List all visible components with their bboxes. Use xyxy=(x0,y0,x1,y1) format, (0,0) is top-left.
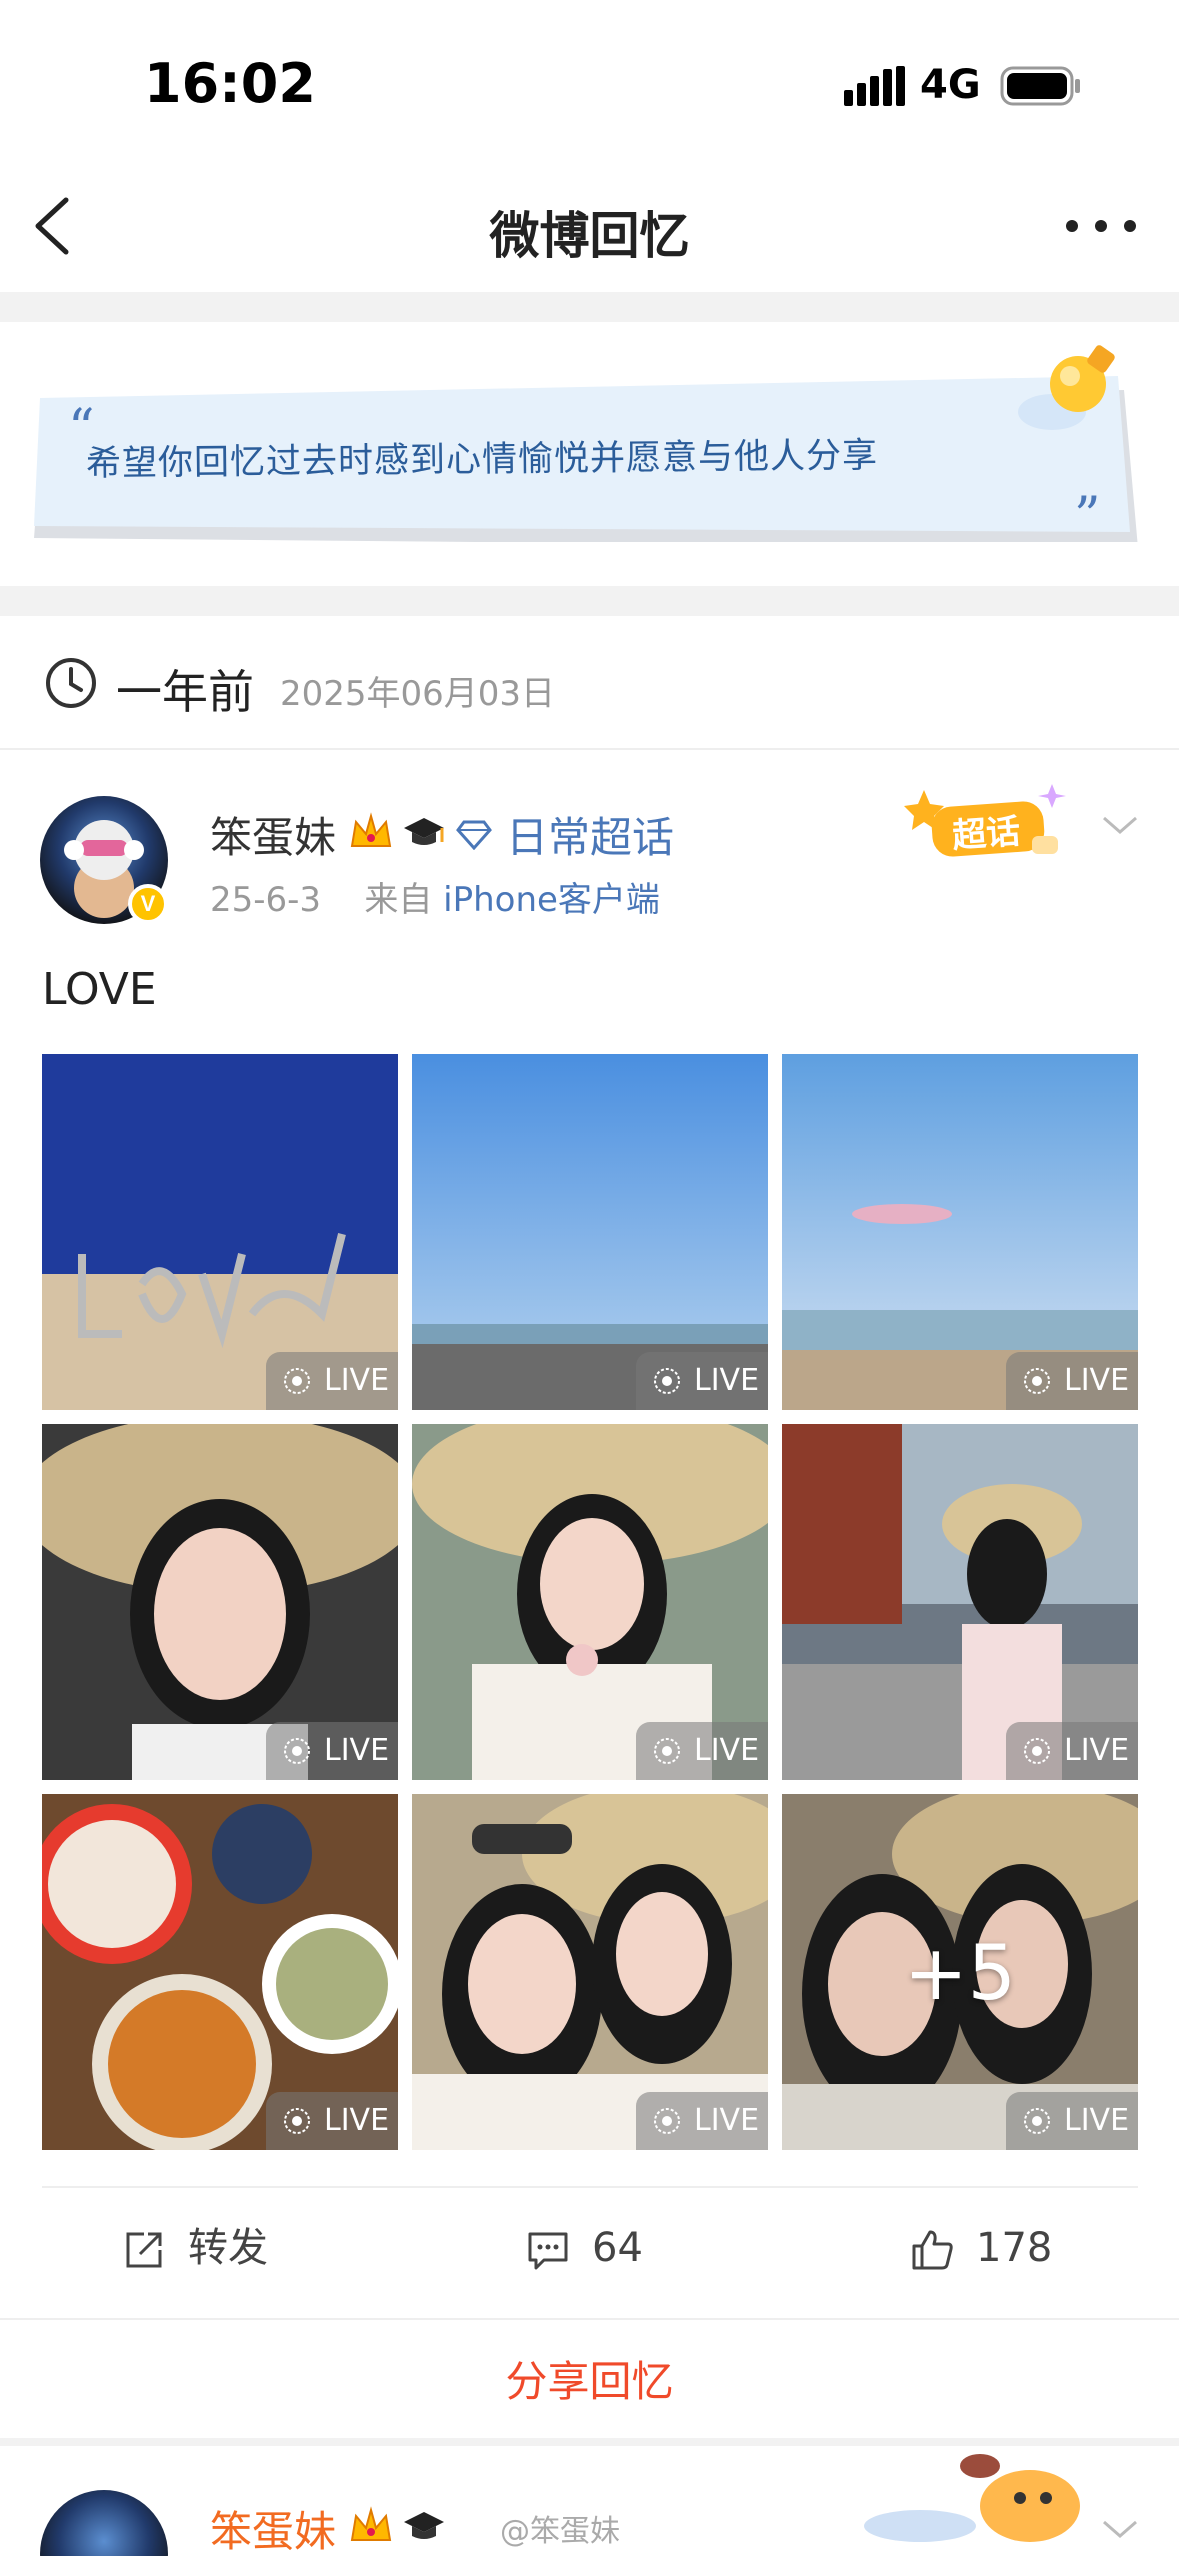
like-count: 178 xyxy=(976,2225,1053,2271)
quote-section: “ ” 希望你回忆过去时感到心情愉悦并愿意与他人分享 xyxy=(0,322,1179,586)
live-icon xyxy=(1024,1738,1050,1764)
live-label: LIVE xyxy=(1064,2103,1130,2138)
crown-icon xyxy=(350,2506,392,2541)
live-label: LIVE xyxy=(324,2103,390,2138)
page-title: 微博回忆 xyxy=(489,207,690,265)
graduation-cap-icon xyxy=(404,2512,444,2539)
live-badge: LIVE xyxy=(636,1352,768,1410)
photo-tile[interactable]: LIVE xyxy=(412,1794,768,2150)
live-label: LIVE xyxy=(694,1733,760,1768)
memory-date: 2025年06月03日 xyxy=(280,674,556,714)
lightbulb-icon xyxy=(1018,345,1115,430)
clock-icon xyxy=(46,658,96,708)
username[interactable]: 笨蛋妹 xyxy=(210,2498,336,2556)
photo-tile[interactable]: LIVE xyxy=(42,1794,398,2150)
share-memory-button[interactable]: 分享回忆 xyxy=(0,2348,1179,2409)
chevron-down-icon[interactable] xyxy=(1100,812,1140,838)
live-icon xyxy=(284,1738,310,1764)
source-prefix: 来自 xyxy=(364,880,433,920)
photo-tile[interactable]: LIVE xyxy=(782,1424,1138,1780)
post-meta: 25-6-3 来自 iPhone客户端 xyxy=(210,872,660,921)
memory-ago-label: 一年前 xyxy=(116,665,254,719)
diamond-icon xyxy=(456,820,492,850)
live-label: LIVE xyxy=(694,2103,760,2138)
photo-tile[interactable]: LIVE xyxy=(412,1054,768,1410)
live-badge: LIVE xyxy=(266,1352,398,1410)
live-icon xyxy=(284,1368,310,1394)
photo-tile-more[interactable]: +5 LIVE xyxy=(782,1794,1138,2150)
repost-icon xyxy=(126,2232,162,2268)
nav-bar: 微博回忆 xyxy=(0,160,1179,292)
comment-count: 64 xyxy=(592,2225,643,2271)
photo-tile[interactable]: LIVE xyxy=(42,1054,398,1410)
photo-tile[interactable]: LIVE xyxy=(412,1424,768,1780)
signal-icon xyxy=(844,66,905,106)
live-label: LIVE xyxy=(694,1363,760,1398)
thumbs-up-icon xyxy=(912,2230,953,2270)
next-post: 笨蛋妹 @笨蛋妹 xyxy=(0,2446,1179,2556)
more-icon[interactable] xyxy=(1064,216,1138,236)
network-type: 4G xyxy=(920,62,981,108)
live-badge: LIVE xyxy=(266,2092,398,2150)
super-topic-label: 超话 xyxy=(950,811,1022,857)
post-source[interactable]: iPhone客户端 xyxy=(443,880,660,920)
repost-button[interactable]: 转发 xyxy=(122,2218,322,2278)
live-badge: LIVE xyxy=(1006,1352,1138,1410)
live-label: LIVE xyxy=(1064,1733,1130,1768)
live-icon xyxy=(654,2108,680,2134)
watermark: @笨蛋妹 xyxy=(500,2514,620,2549)
live-icon xyxy=(1024,2108,1050,2134)
action-bar: 转发 64 178 xyxy=(42,2186,1138,2318)
live-label: LIVE xyxy=(324,1733,390,1768)
live-icon xyxy=(1024,1368,1050,1394)
post-date: 25-6-3 xyxy=(210,880,322,920)
live-icon xyxy=(654,1738,680,1764)
username[interactable]: 笨蛋妹 xyxy=(210,804,336,865)
topic-link[interactable]: 日常超话 xyxy=(506,804,674,865)
comment-icon xyxy=(528,2232,568,2270)
like-button[interactable]: 178 xyxy=(910,2218,1080,2278)
status-bar: 16:02 4G xyxy=(0,0,1179,160)
repost-label: 转发 xyxy=(188,2225,268,2271)
battery-icon xyxy=(1000,66,1080,106)
quote-text: 希望你回忆过去时感到心情愉悦并愿意与他人分享 xyxy=(85,435,879,485)
live-badge: LIVE xyxy=(1006,2092,1138,2150)
date-row: 一年前 2025年06月03日 xyxy=(0,616,1179,750)
cat-sticker-icon xyxy=(864,2454,1080,2542)
live-label: LIVE xyxy=(324,1363,390,1398)
crown-icon xyxy=(350,812,392,847)
live-label: LIVE xyxy=(1064,1363,1130,1398)
photo-grid: LIVE LIVE LIVE LIVE LIVE LIVE LIVE LIVE … xyxy=(42,1054,1138,2150)
chevron-down-icon[interactable] xyxy=(1100,2516,1140,2542)
comment-button[interactable]: 64 xyxy=(526,2218,686,2278)
super-topic-badge[interactable]: 超话 xyxy=(896,776,1080,876)
live-badge: LIVE xyxy=(636,1722,768,1780)
live-icon xyxy=(284,2108,310,2134)
avatar[interactable] xyxy=(40,2490,168,2556)
post-text: LOVE xyxy=(42,964,157,1015)
verified-badge: V xyxy=(128,884,168,924)
live-badge: LIVE xyxy=(1006,1722,1138,1780)
svg-text:”: ” xyxy=(1074,487,1101,542)
photo-tile[interactable]: LIVE xyxy=(782,1054,1138,1410)
live-badge: LIVE xyxy=(266,1722,398,1780)
status-time: 16:02 xyxy=(144,52,316,115)
live-badge: LIVE xyxy=(636,2092,768,2150)
graduation-cap-icon xyxy=(404,818,444,845)
share-row: 分享回忆 xyxy=(0,2318,1179,2438)
live-icon xyxy=(654,1368,680,1394)
photo-tile[interactable]: LIVE xyxy=(42,1424,398,1780)
memory-section: 一年前 2025年06月03日 V 笨蛋妹 日常超话 25-6-3 来自 iPh… xyxy=(0,616,1179,2438)
